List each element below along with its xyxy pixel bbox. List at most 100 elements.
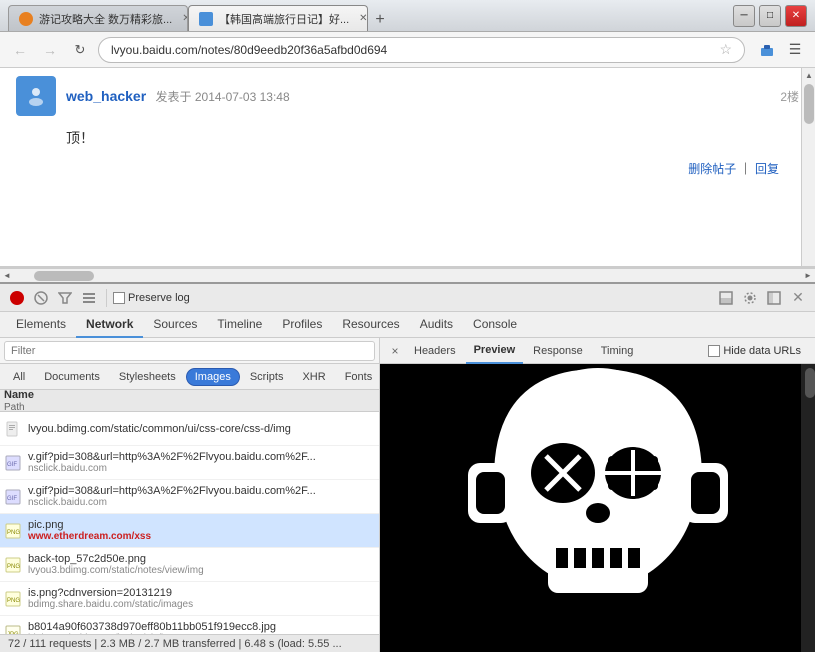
list-item[interactable]: GIF v.gif?pid=308&url=http%3A%2F%2Flvyou… [0,446,379,480]
file-name: lvyou.bdimg.com/static/common/ui/css-cor… [28,423,375,435]
file-info: is.png?cdnversion=20131219 bdimg.share.b… [28,587,375,610]
list-item[interactable]: PNG back-top_57c2d50e.png lvyou3.bdimg.c… [0,548,379,582]
page-scrollbar[interactable]: ▲ [801,68,815,266]
bookmark-star-icon[interactable]: ☆ [719,41,732,58]
name-column-header: Name Path [4,389,375,413]
preserve-log-label: Preserve log [128,292,190,304]
tab-2[interactable]: 【韩国高端旅行日记】好... ✕ [188,5,368,31]
tab-resources[interactable]: Resources [332,312,409,338]
list-view-button[interactable] [78,287,100,309]
record-dot-icon [10,291,24,305]
list-item[interactable]: GIF v.gif?pid=308&url=http%3A%2F%2Flvyou… [0,480,379,514]
filter-documents[interactable]: Documents [35,368,109,386]
action-separator: ｜ [740,162,752,176]
file-type-icon: PNG [4,556,22,574]
file-name: is.png?cdnversion=20131219 [28,587,375,599]
tab-console[interactable]: Console [463,312,527,338]
post-posted-label: 发表于 [156,90,192,104]
tab-network[interactable]: Network [76,312,143,338]
filter-images[interactable]: Images [186,368,240,386]
post-avatar [16,76,56,116]
filter-stylesheets[interactable]: Stylesheets [110,368,185,386]
svg-text:PNG: PNG [7,564,20,570]
delete-post-link[interactable]: 删除帖子 [688,162,736,176]
file-url: lvyou3.bdimg.com/static/notes/view/img [28,565,375,576]
file-list[interactable]: lvyou.bdimg.com/static/common/ui/css-cor… [0,412,379,634]
file-type-icon: PNG [4,522,22,540]
file-info: pic.png www.etherdream.com/xss [28,519,375,542]
right-tab-timing[interactable]: Timing [593,338,642,364]
url-box[interactable]: lvyou.baidu.com/notes/80d9eedb20f36a5afb… [98,37,745,63]
h-scroll-left[interactable]: ◄ [0,269,14,283]
file-name: b8014a90f603738d970eff80b11bb051f919ecc8… [28,621,375,633]
tab-audits[interactable]: Audits [410,312,463,338]
file-info: b8014a90f603738d970eff80b11bb051f919ecc8… [28,621,375,634]
list-item[interactable]: PNG pic.png www.etherdream.com/xss [0,514,379,548]
devtools-toolbar: Preserve log ✕ [0,284,815,312]
h-scroll-right[interactable]: ► [801,269,815,283]
post-body: 顶！ [66,124,799,152]
tab-profiles[interactable]: Profiles [272,312,332,338]
svg-text:GIF: GIF [7,496,17,502]
filter-scripts[interactable]: Scripts [241,368,293,386]
tab-1[interactable]: 游记攻略大全 数万精彩旅... ✕ [8,5,188,31]
clear-button[interactable] [30,287,52,309]
list-item[interactable]: lvyou.bdimg.com/static/common/ui/css-cor… [0,412,379,446]
file-type-icon: PNG [4,590,22,608]
reply-link[interactable]: 回复 [755,162,779,176]
tab-timeline[interactable]: Timeline [207,312,272,338]
tab-2-close[interactable]: ✕ [359,13,367,24]
network-left-panel: All Documents Stylesheets Images Scripts… [0,338,380,652]
scroll-up-arrow[interactable]: ▲ [802,68,815,82]
scroll-thumb[interactable] [804,84,814,124]
file-info: back-top_57c2d50e.png lvyou3.bdimg.com/s… [28,553,375,576]
right-tab-response[interactable]: Response [525,338,591,364]
settings-icon[interactable]: ☰ [783,38,807,62]
devtools-undock-button[interactable] [763,287,785,309]
reload-button[interactable]: ↻ [68,38,92,62]
extensions-icon[interactable] [755,38,779,62]
filter-icon-button[interactable] [54,287,76,309]
hide-data-urls-checkbox[interactable] [708,345,720,357]
forward-button[interactable]: → [38,38,62,62]
tab-elements[interactable]: Elements [6,312,76,338]
tab-2-favicon [199,12,213,26]
right-tab-headers[interactable]: Headers [406,338,464,364]
h-scroll-track[interactable] [14,269,801,283]
svg-text:PNG: PNG [7,530,20,536]
status-text: 72 / 111 requests | 2.3 MB / 2.7 MB tran… [8,638,342,650]
right-panel-close[interactable]: × [386,342,404,360]
devtools-close-button[interactable]: ✕ [787,287,809,309]
file-info: v.gif?pid=308&url=http%3A%2F%2Flvyou.bai… [28,451,375,474]
path-column-header: Path [4,402,25,413]
devtools-settings-button[interactable] [739,287,761,309]
list-item[interactable]: PNG is.png?cdnversion=20131219 bdimg.sha… [0,582,379,616]
preview-scrollbar[interactable] [801,364,815,652]
minimize-button[interactable]: ─ [733,5,755,27]
file-url: nsclick.baidu.com [28,497,375,508]
tab-sources[interactable]: Sources [143,312,207,338]
record-button[interactable] [6,287,28,309]
devtools-dock-button[interactable] [715,287,737,309]
file-name: v.gif?pid=308&url=http%3A%2F%2Flvyou.bai… [28,485,375,497]
list-item[interactable]: JPG b8014a90f603738d970eff80b11bb051f919… [0,616,379,634]
tab-strip: 游记攻略大全 数万精彩旅... ✕ 【韩国高端旅行日记】好... ✕ + [8,0,721,31]
maximize-button[interactable]: □ [759,5,781,27]
file-name: v.gif?pid=308&url=http%3A%2F%2Flvyou.bai… [28,451,375,463]
preserve-log-checkbox[interactable] [113,292,125,304]
filter-xhr[interactable]: XHR [293,368,334,386]
tab-2-label: 【韩国高端旅行日记】好... [219,11,349,27]
close-button[interactable]: ✕ [785,5,807,27]
new-tab-button[interactable]: + [368,9,392,31]
url-text: lvyou.baidu.com/notes/80d9eedb20f36a5afb… [111,43,713,57]
h-scrollbar[interactable]: ◄ ► [0,268,815,282]
back-button[interactable]: ← [8,38,32,62]
post-actions: 删除帖子 ｜ 回复 [16,160,779,177]
right-tab-preview[interactable]: Preview [466,338,524,364]
file-info: lvyou.bdimg.com/static/common/ui/css-cor… [28,423,375,435]
filter-all[interactable]: All [4,368,34,386]
devtools-tabs: Elements Network Sources Timeline Profil… [0,312,815,338]
filter-fonts[interactable]: Fonts [336,368,379,386]
filter-input[interactable] [4,341,375,361]
h-scroll-thumb[interactable] [34,271,94,281]
